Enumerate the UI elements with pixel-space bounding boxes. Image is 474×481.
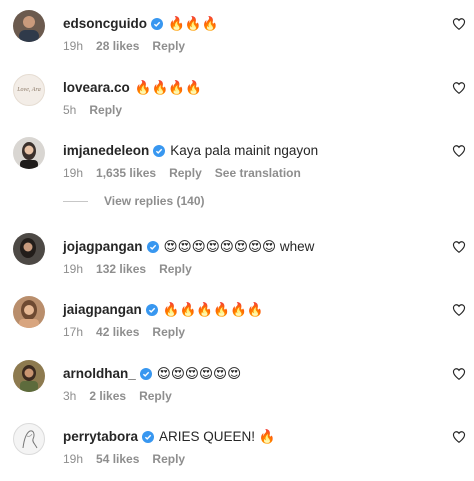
comment-username[interactable]: arnoldhan_ [63,365,136,383]
comment-line: perrytabora ARIES QUEEN! 🔥 [63,428,276,446]
comment-time[interactable]: 3h [63,388,76,404]
avatar[interactable] [13,423,45,455]
comment-item: jojagpangan 😍😍😍😍😍😍😍😍 whew 19h 132 likes … [0,231,474,291]
view-replies-label: View replies (140) [104,194,205,208]
comment-text: 🔥🔥🔥🔥 [134,80,203,95]
comment-username[interactable]: edsoncguido [63,15,147,33]
comment-meta: 19h 132 likes Reply [63,261,192,277]
comment-likes[interactable]: 54 likes [96,451,139,467]
comment-username[interactable]: perrytabora [63,428,138,446]
comment-line: jaiagpangan 🔥🔥🔥🔥🔥🔥 [63,301,264,319]
comment-time[interactable]: 19h [63,261,83,277]
avatar[interactable] [13,10,45,42]
comment-username[interactable]: jojagpangan [63,238,143,256]
comment-time[interactable]: 17h [63,324,83,340]
verified-badge-icon [145,304,158,316]
comment-meta: 17h 42 likes Reply [63,324,185,340]
reply-button[interactable]: Reply [89,102,122,118]
heart-outline-icon[interactable] [452,240,466,254]
comment-text: ARIES QUEEN! 🔥 [159,429,276,444]
comment-time[interactable]: 5h [63,102,76,118]
comment-likes[interactable]: 42 likes [96,324,139,340]
comment-username[interactable]: imjanedeleon [63,142,149,160]
verified-badge-icon [142,431,155,443]
comment-meta: 19h 1,635 likes Reply See translation [63,165,301,181]
comment-line: imjanedeleon Kaya pala mainit ngayon [63,142,318,160]
comment-time[interactable]: 19h [63,38,83,54]
comment-item: arnoldhan_ 😍😍😍😍😍😍 3h 2 likes Reply [0,358,474,418]
comment-meta: 3h 2 likes Reply [63,388,172,404]
comment-time[interactable]: 19h [63,165,83,181]
comment-text: 🔥🔥🔥 [168,16,219,31]
heart-outline-icon[interactable] [452,367,466,381]
comment-line: loveara.co 🔥🔥🔥🔥 [63,79,202,97]
heart-outline-icon[interactable] [452,430,466,444]
verified-badge-icon [151,18,163,30]
reply-button[interactable]: Reply [152,38,185,54]
reply-button[interactable]: Reply [159,261,192,277]
comment-line: arnoldhan_ 😍😍😍😍😍😍 [63,365,241,383]
reply-button[interactable]: Reply [152,451,185,467]
comment-line: jojagpangan 😍😍😍😍😍😍😍😍 whew [63,238,314,256]
comment-item: jaiagpangan 🔥🔥🔥🔥🔥🔥 17h 42 likes Reply [0,294,474,354]
avatar-logo-text: Love, Ara [17,87,41,93]
comment-likes[interactable]: 1,635 likes [96,165,156,181]
comment-text: Kaya pala mainit ngayon [170,143,319,158]
verified-badge-icon [153,145,166,157]
reply-button[interactable]: Reply [169,165,202,181]
verified-badge-icon [146,241,159,253]
comment-meta: 5h Reply [63,102,122,118]
reply-button[interactable]: Reply [152,324,185,340]
comment-line: edsoncguido 🔥🔥🔥 [63,15,218,33]
heart-outline-icon[interactable] [452,303,466,317]
comment-text: 😍😍😍😍😍😍 [156,366,242,381]
comment-item: imjanedeleon Kaya pala mainit ngayon 19h… [0,135,474,195]
comment-time[interactable]: 19h [63,451,83,467]
comment-text: 😍😍😍😍😍😍😍😍 whew [163,239,315,254]
see-translation-button[interactable]: See translation [215,165,301,181]
comment-likes[interactable]: 2 likes [89,388,126,404]
comment-item: Love, Ara loveara.co 🔥🔥🔥🔥 5h Reply [0,72,474,132]
comment-username[interactable]: jaiagpangan [63,301,142,319]
avatar[interactable] [13,296,45,328]
verified-badge-icon [139,368,152,380]
heart-outline-icon[interactable] [452,81,466,95]
comment-likes[interactable]: 132 likes [96,261,146,277]
comment-text: 🔥🔥🔥🔥🔥🔥 [162,302,264,317]
replies-divider [63,200,88,202]
avatar[interactable] [13,360,45,392]
comment-meta: 19h 54 likes Reply [63,451,185,467]
comment-item: edsoncguido 🔥🔥🔥 19h 28 likes Reply [0,8,474,68]
avatar[interactable] [13,137,45,169]
avatar[interactable] [13,233,45,265]
comment-username[interactable]: loveara.co [63,79,130,97]
view-replies-button[interactable]: View replies (140) [63,194,205,208]
heart-outline-icon[interactable] [452,144,466,158]
comment-item: perrytabora ARIES QUEEN! 🔥 19h 54 likes … [0,421,474,481]
reply-button[interactable]: Reply [139,388,172,404]
avatar[interactable]: Love, Ara [13,74,45,106]
comment-likes[interactable]: 28 likes [96,38,139,54]
comment-meta: 19h 28 likes Reply [63,38,185,54]
heart-outline-icon[interactable] [452,17,466,31]
